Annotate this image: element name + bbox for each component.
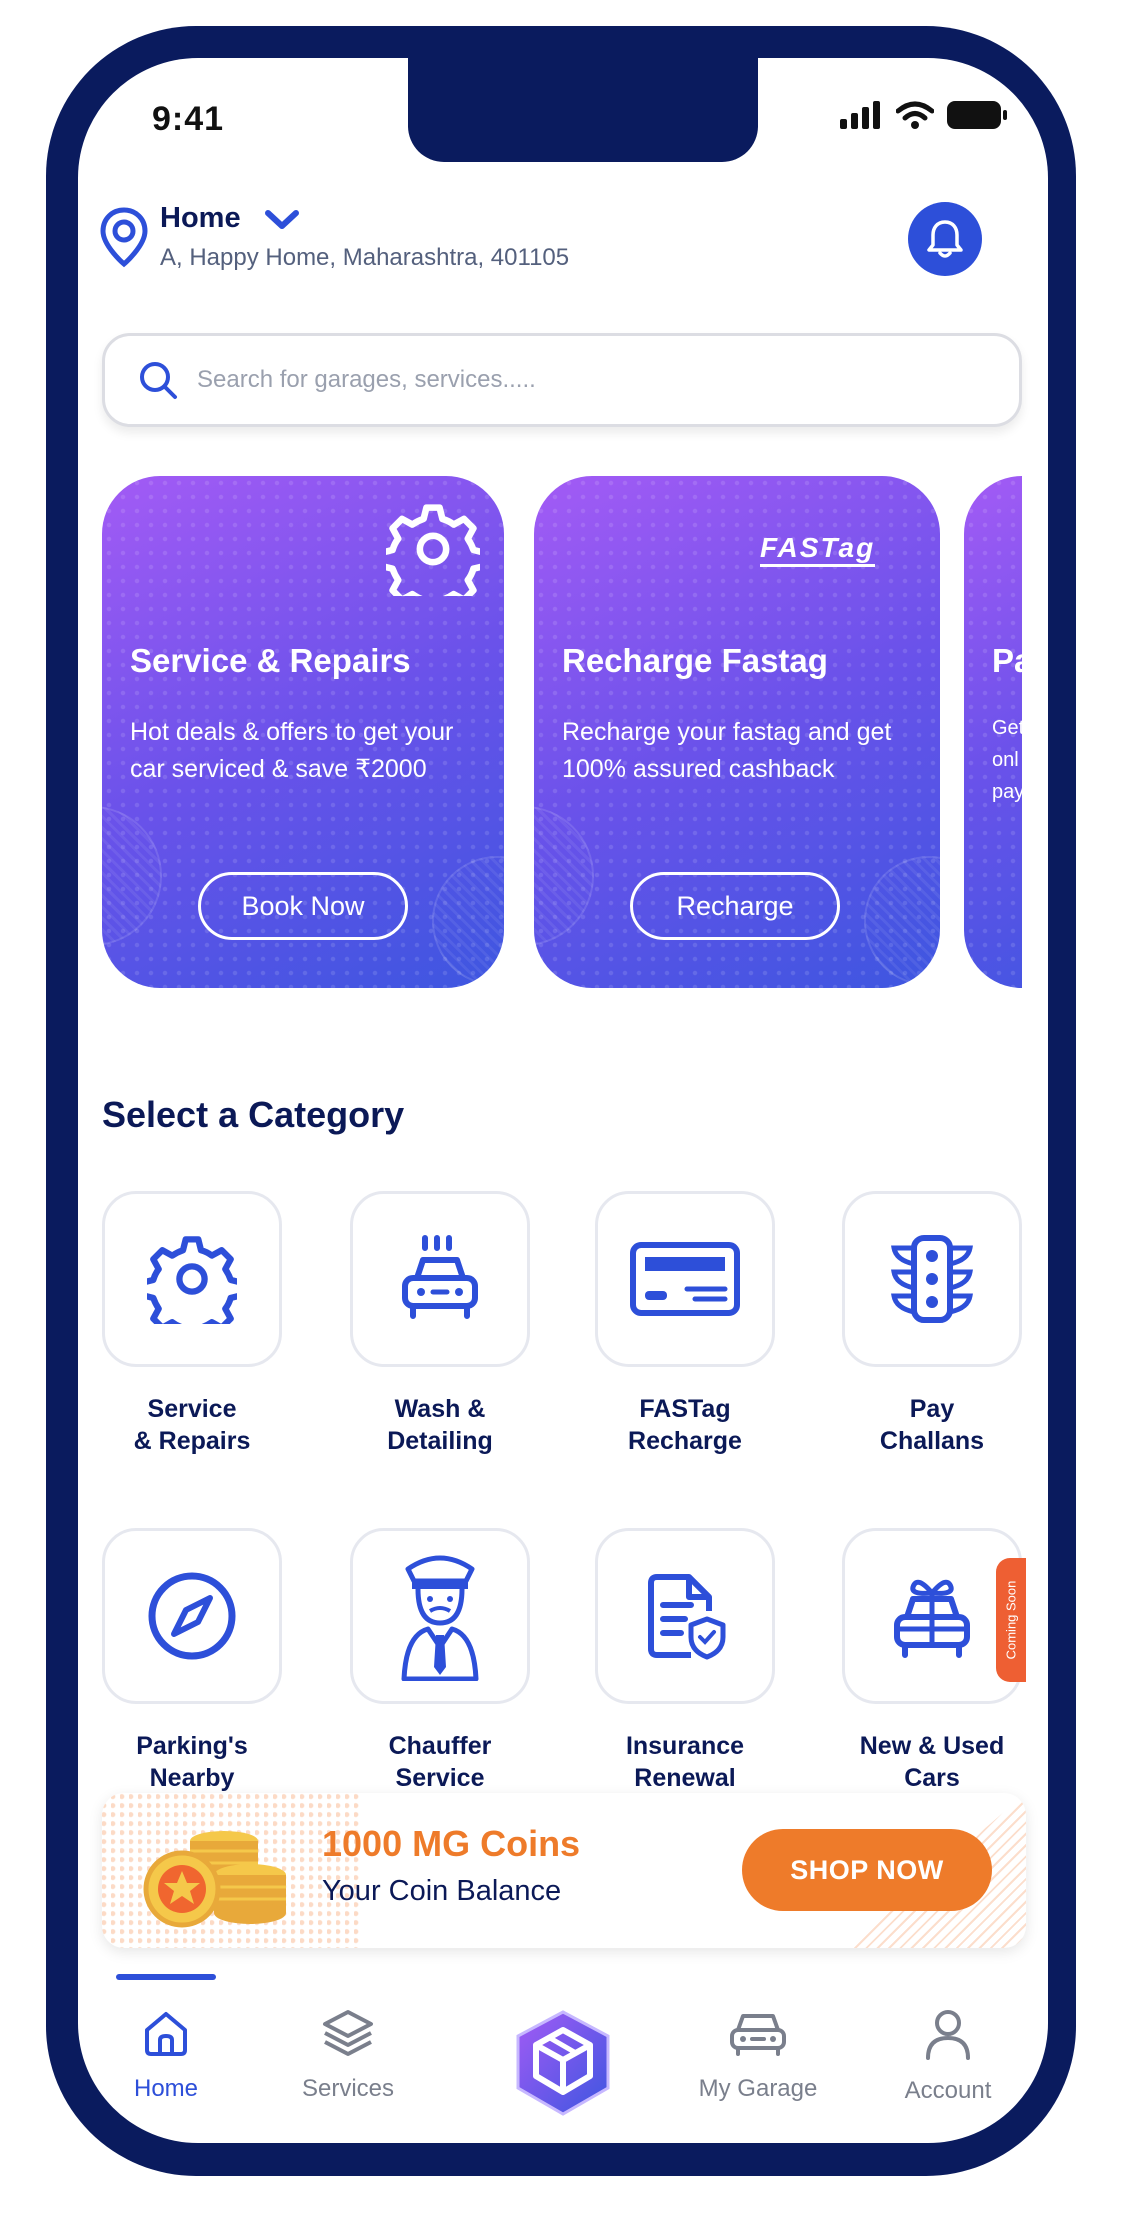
category-fastag-recharge[interactable]: FASTag Recharge — [595, 1191, 775, 1457]
nav-label: Account — [904, 2077, 992, 2104]
chauffeur-icon — [401, 1555, 479, 1681]
gift-car-icon — [894, 1579, 970, 1658]
compass-icon — [148, 1572, 236, 1660]
promo-card-service[interactable]: Service & Repairs Hot deals & offers to … — [102, 476, 504, 988]
phone-notch — [408, 58, 758, 162]
status-time: 9:41 — [152, 100, 225, 138]
book-now-button[interactable]: Book Now — [198, 872, 408, 940]
active-tab-indicator — [116, 1974, 216, 1980]
coins-amount: 1000 MG Coins — [322, 1823, 581, 1864]
cellular-signal-icon — [840, 101, 880, 129]
wifi-icon — [896, 101, 934, 129]
category-parking-nearby[interactable]: Parking's Nearby — [102, 1528, 282, 1794]
bell-icon — [927, 220, 963, 258]
nav-label: My Garage — [698, 2075, 818, 2102]
home-icon — [145, 2012, 187, 2056]
category-pay-challans[interactable]: Pay Challans — [842, 1191, 1022, 1457]
nav-center-brand-button[interactable] — [510, 2008, 616, 2123]
nav-label: Services — [301, 2075, 395, 2102]
promo-description: Hot deals & offers to get your car servi… — [130, 718, 454, 783]
search-bar[interactable]: Search for garages, services..... — [102, 333, 1022, 427]
coming-soon-badge: Coming Soon — [996, 1558, 1026, 1682]
promo-description: Get onl pay — [992, 717, 1022, 803]
status-icons — [840, 100, 1008, 130]
nav-my-garage[interactable]: My Garage — [678, 2008, 838, 2103]
promo-description: Recharge your fastag and get 100% assure… — [562, 718, 892, 783]
category-label: Parking's Nearby — [136, 1732, 248, 1792]
category-insurance-renewal[interactable]: Insurance Renewal — [595, 1528, 775, 1794]
category-label: Wash & Detailing — [387, 1395, 493, 1455]
insurance-document-icon — [648, 1574, 726, 1660]
category-label: Service & Repairs — [133, 1395, 251, 1455]
gear-icon — [386, 504, 480, 596]
location-pin-icon[interactable] — [98, 206, 150, 268]
category-label: FASTag Recharge — [628, 1395, 742, 1455]
promo-title: Service & Repairs — [130, 642, 411, 679]
location-title[interactable]: Home — [160, 202, 241, 235]
promo-title: Pa — [992, 642, 1022, 679]
gear-icon — [147, 1236, 237, 1324]
category-wash-detailing[interactable]: Wash & Detailing — [350, 1191, 530, 1457]
coin-stack-icon — [143, 1831, 286, 1928]
traffic-light-icon — [891, 1235, 973, 1323]
location-address: A, Happy Home, Maharashtra, 401105 — [160, 244, 570, 271]
promo-card-partial[interactable]: Pa Get onl pay — [964, 476, 1022, 988]
car-icon — [730, 2014, 786, 2056]
nav-account[interactable]: Account — [868, 2008, 1028, 2105]
fastag-card-icon — [630, 1242, 740, 1316]
layers-icon — [323, 2010, 373, 2056]
notification-button[interactable] — [908, 202, 982, 276]
fastag-logo: FASTag — [760, 532, 876, 567]
battery-icon — [947, 101, 1007, 129]
search-input[interactable]: Search for garages, services..... — [197, 366, 536, 394]
coins-banner[interactable]: 1000 MG Coins Your Coin Balance SHOP NOW — [102, 1793, 1026, 1948]
category-label: New & Used Cars — [859, 1732, 1005, 1792]
nav-home[interactable]: Home — [86, 2008, 246, 2103]
nav-label: Home — [133, 2075, 199, 2102]
promo-carousel[interactable]: Service & Repairs Hot deals & offers to … — [102, 476, 1022, 988]
chevron-down-icon[interactable] — [264, 208, 300, 232]
promo-card-fastag[interactable]: FASTag Recharge Fastag Recharge your fas… — [534, 476, 940, 988]
promo-title: Recharge Fastag — [562, 642, 828, 679]
category-chauffer-service[interactable]: Chauffer Service — [350, 1528, 530, 1794]
car-wash-icon — [402, 1235, 478, 1319]
phone-screen: 9:41 Home A, Happy Home, Maharashtra, 40… — [78, 58, 1048, 2143]
category-label: Insurance Renewal — [625, 1732, 745, 1792]
category-new-used-cars[interactable]: New & Used Cars — [842, 1528, 1022, 1794]
recharge-button[interactable]: Recharge — [630, 872, 840, 940]
shop-now-button[interactable]: SHOP NOW — [742, 1829, 992, 1911]
nav-services[interactable]: Services — [268, 2008, 428, 2103]
brand-cube-icon — [516, 2010, 610, 2116]
coins-subtitle: Your Coin Balance — [322, 1875, 562, 1907]
category-service-repairs[interactable]: Service & Repairs — [102, 1191, 282, 1457]
category-heading: Select a Category — [102, 1094, 405, 1135]
user-icon — [926, 2010, 970, 2060]
category-label: Pay Challans — [879, 1395, 985, 1455]
category-label: Chauffer Service — [388, 1732, 492, 1792]
search-icon — [140, 362, 177, 399]
